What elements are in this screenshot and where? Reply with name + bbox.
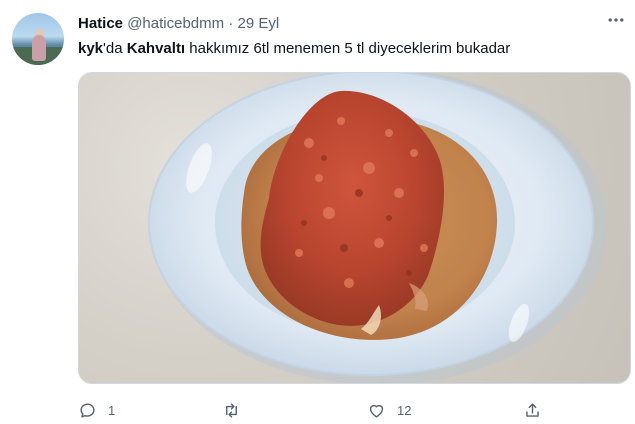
author-name[interactable]: Hatice — [78, 15, 123, 32]
avatar[interactable] — [12, 13, 64, 65]
tweet-text-bold-1: kyk — [78, 40, 104, 57]
like-icon — [369, 404, 384, 418]
like-button[interactable]: 12 — [367, 398, 411, 422]
retweet-icon — [226, 402, 237, 418]
reply-count: 1 — [108, 402, 116, 418]
more-horizontal-icon — [608, 18, 624, 22]
separator-dot: · — [228, 15, 234, 32]
more-options-button[interactable] — [603, 10, 629, 34]
author-handle[interactable]: @haticebdmm — [127, 15, 224, 32]
tweet-header: Hatice @haticebdmm · 29 Eyl — [78, 14, 279, 34]
tweet-date[interactable]: 29 Eyl — [237, 15, 279, 32]
tweet-actions: 1 12 — [78, 398, 548, 422]
retweet-button[interactable] — [222, 398, 252, 422]
share-icon — [526, 402, 539, 417]
tweet-text-2: 'da — [103, 40, 127, 57]
tweet-photo[interactable] — [78, 72, 631, 384]
reply-button[interactable]: 1 — [78, 398, 115, 422]
menemen-plate-image — [148, 73, 607, 383]
reply-icon — [80, 402, 95, 418]
share-button[interactable] — [523, 398, 542, 422]
tweet-text-bold-3: Kahvaltı — [126, 40, 186, 57]
tweet-text-4: hakkımız 6tl menemen 5 tl diyeceklerim b… — [185, 40, 511, 57]
like-count: 12 — [397, 402, 412, 418]
tweet-text: kyk'da Kahvaltı hakkımız 6tl menemen 5 t… — [78, 39, 510, 59]
